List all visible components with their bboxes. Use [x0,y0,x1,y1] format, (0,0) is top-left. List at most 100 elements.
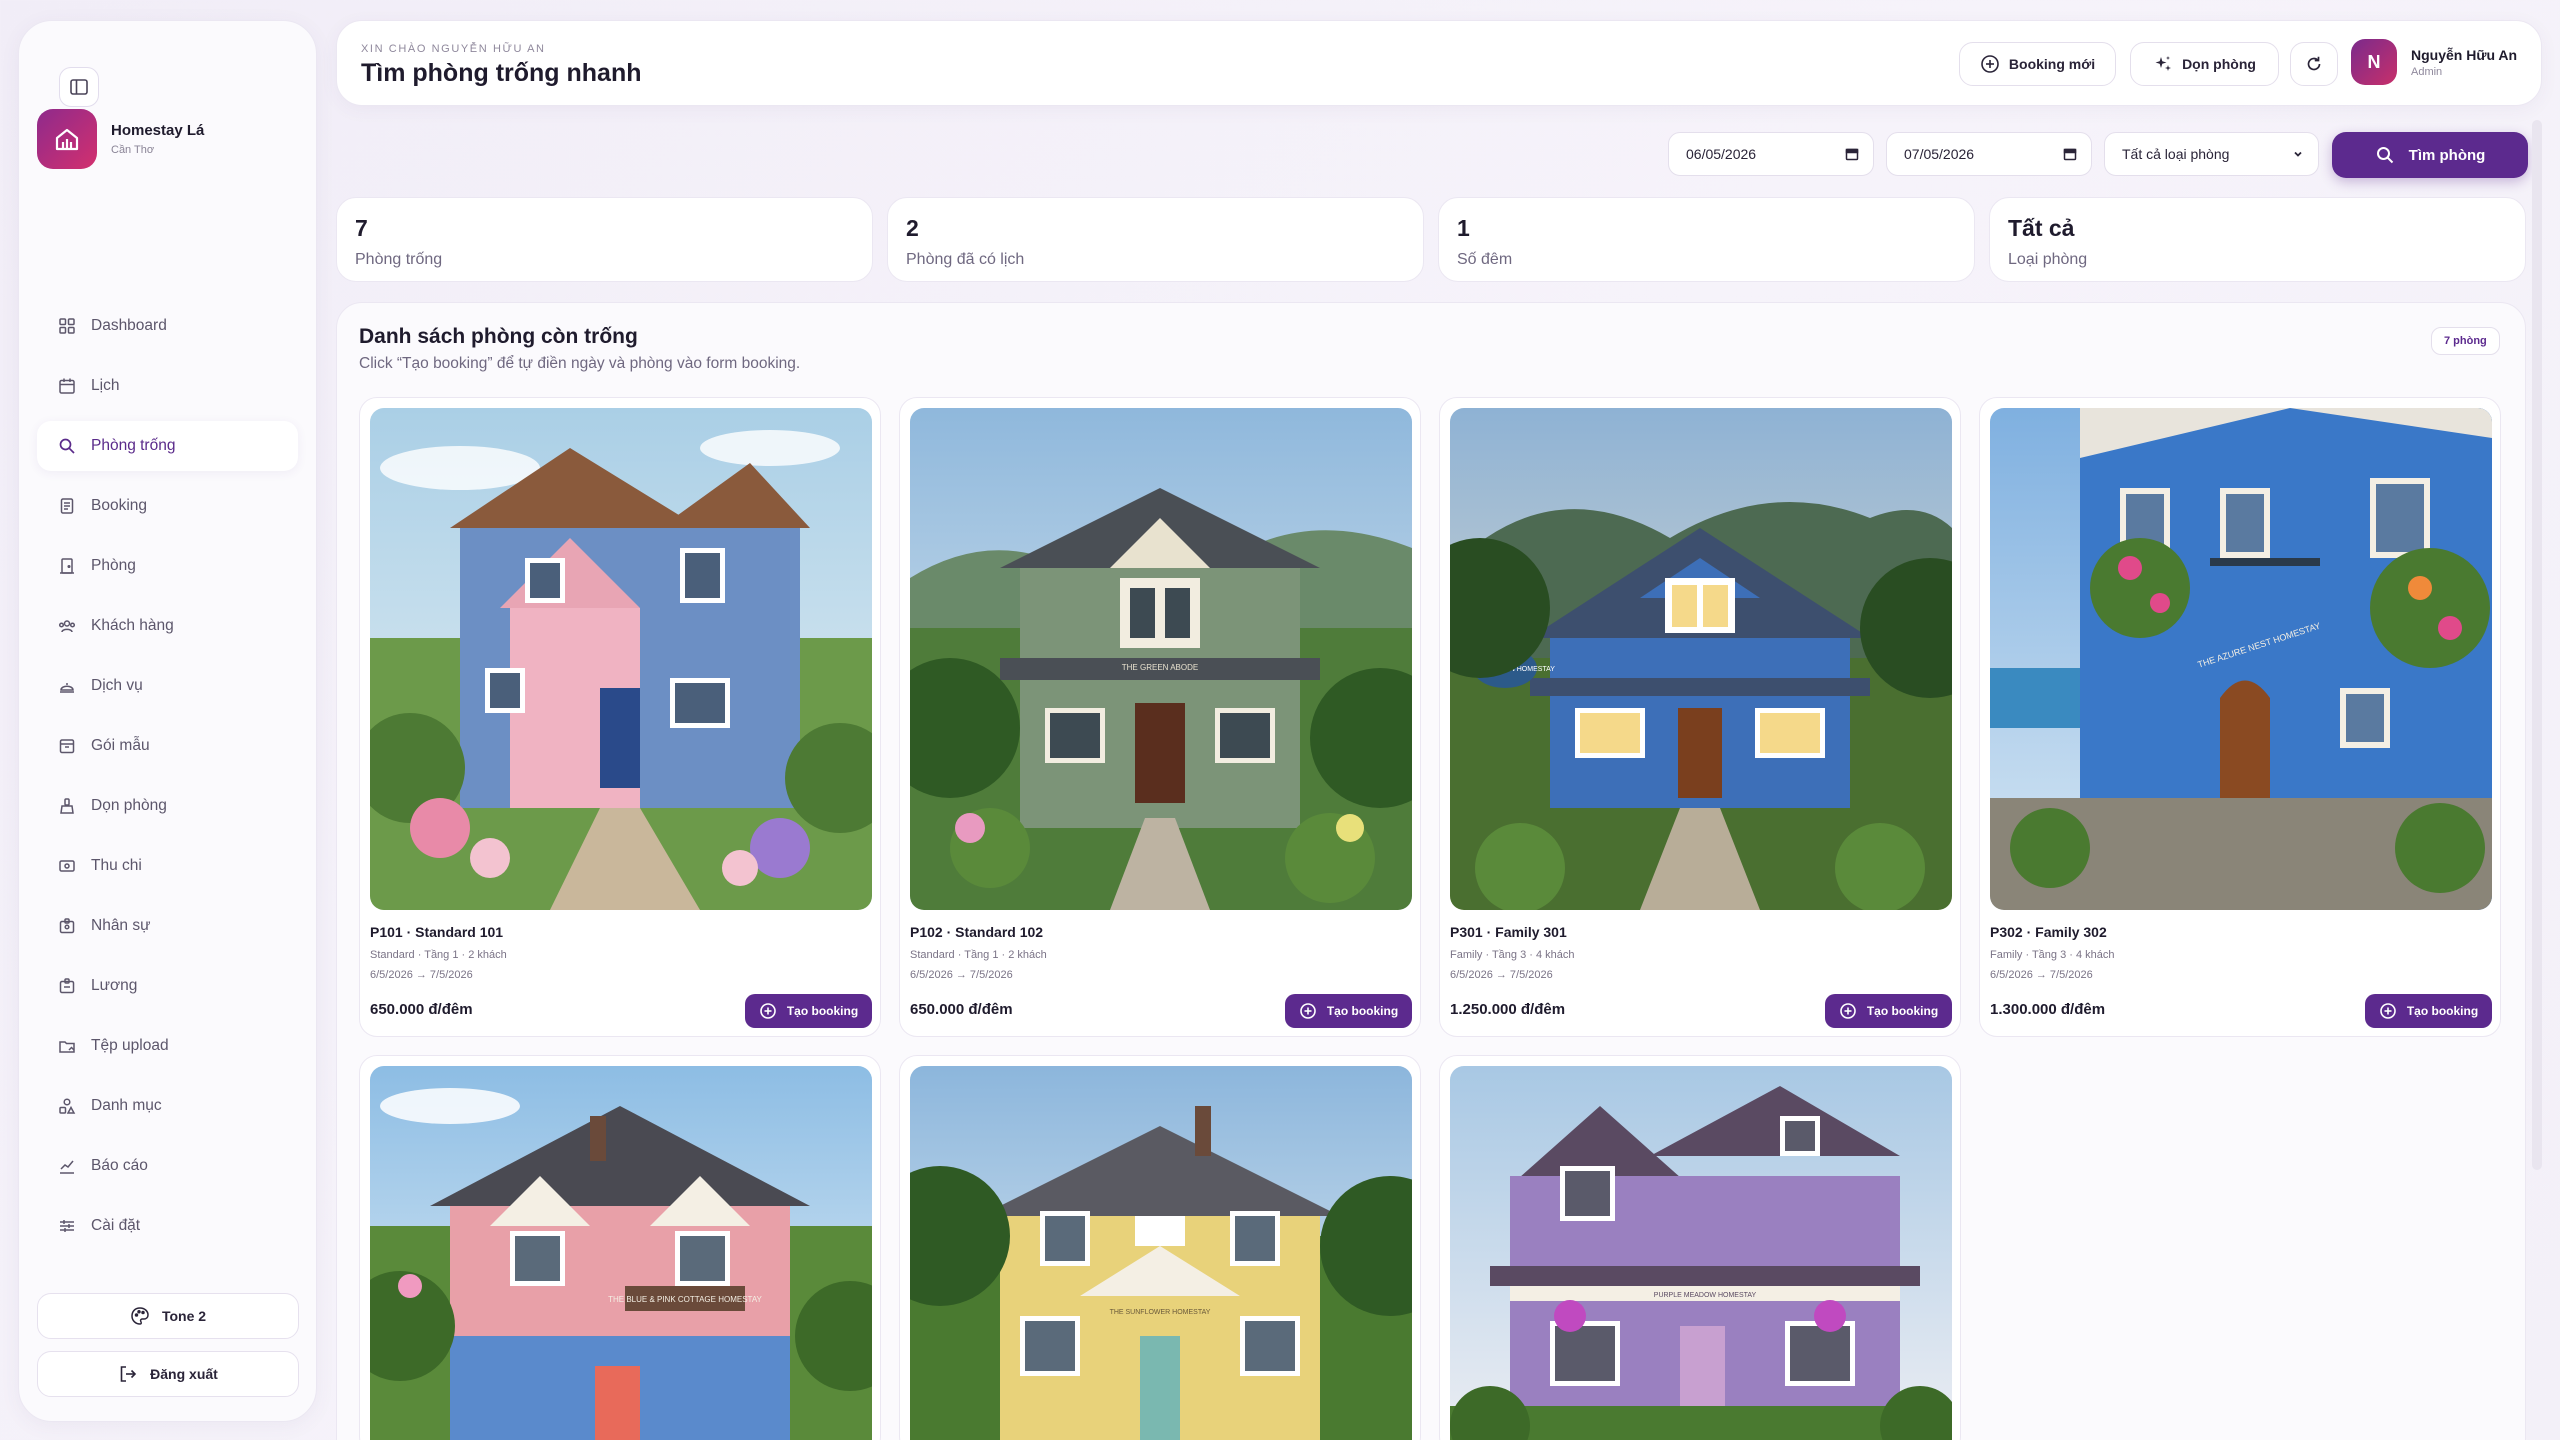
sidebar-item-finance[interactable]: Thu chi [37,841,298,891]
salary-icon [57,976,77,996]
sidebar-item-packages[interactable]: Gói mẫu [37,721,298,771]
room-card: THE BLUE & PINK COTTAGE HOMESTAY [359,1055,881,1440]
room-type-select[interactable]: Tất cả loại phòng [2104,132,2319,176]
room-card: THE SUNFLOWER HOMESTAY [899,1055,1421,1440]
brand: Homestay Lá Cần Thơ [37,109,204,169]
calendar-icon [57,376,77,396]
users-icon [57,616,77,636]
sidebar-item-reports[interactable]: Báo cáo [37,1141,298,1191]
broom-icon [57,796,77,816]
checkin-date-value: 06/05/2026 [1686,146,1757,162]
refresh-button[interactable] [2290,42,2338,86]
sidebar-toggle-button[interactable] [59,67,99,107]
chart-icon [57,1156,77,1176]
sidebar-item-label: Gói mẫu [91,737,150,754]
new-booking-button[interactable]: Booking mới [1959,42,2116,86]
house-sign-text: THE GREEN ABODE [1122,663,1198,672]
room-card: THE AZURE NEST HOMESTAY P302 · Family 30… [1979,397,2501,1037]
room-photo: THE BLUE HAVEN HOMESTAY [1450,408,1952,910]
sidebar-item-dashboard[interactable]: Dashboard [37,301,298,351]
cleaning-label: Dọn phòng [2182,56,2256,72]
logout-label: Đăng xuất [150,1366,218,1382]
wallet-icon [57,856,77,876]
door-icon [57,556,77,576]
sidebar-item-label: Lương [91,977,138,994]
room-meta: Family · Tầng 3 · 4 khách [1450,949,1575,961]
grid-icon [57,316,77,336]
room-dates: 6/5/2026 → 7/5/2026 [370,969,473,981]
room-meta: Standard · Tầng 1 · 2 khách [910,949,1047,961]
sidebar-item-label: Khách hàng [91,617,174,634]
panel-subtitle: Click “Tạo booking” để tự điền ngày và p… [359,355,801,372]
house-sign-text: PURPLE MEADOW HOMESTAY [1654,1292,1757,1299]
room-price: 1.250.000 đ/đêm [1450,1001,1566,1018]
create-booking-button[interactable]: Tạo booking [745,994,872,1028]
package-icon [57,736,77,756]
user-role: Admin [2411,65,2443,78]
search-icon [57,436,77,456]
create-booking-label: Tạo booking [1866,1004,1939,1018]
sidebar-item-categories[interactable]: Danh mục [37,1081,298,1131]
sidebar-item-services[interactable]: Dịch vụ [37,661,298,711]
room-title: P102 · Standard 102 [910,924,1044,940]
stat-value: 2 [906,215,919,241]
room-photo: THE AZURE NEST HOMESTAY [1990,408,2492,910]
room-photo: PURPLE MEADOW HOMESTAY [1450,1066,1952,1440]
sidebar-item-settings[interactable]: Cài đặt [37,1201,298,1251]
sidebar-item-booking[interactable]: Booking [37,481,298,531]
create-booking-button[interactable]: Tạo booking [1285,994,1412,1028]
create-booking-button[interactable]: Tạo booking [2365,994,2492,1028]
search-icon [2376,147,2393,164]
calendar-icon [2063,148,2077,161]
brand-name: Homestay Lá [111,122,205,139]
room-count-badge: 7 phòng [2431,327,2500,355]
available-rooms-panel: Danh sách phòng còn trống Click “Tạo boo… [336,302,2526,1440]
room-dates: 6/5/2026 → 7/5/2026 [910,969,1013,981]
checkout-date-input[interactable]: 07/05/2026 [1886,132,2092,176]
tone-button[interactable]: Tone 2 [37,1293,299,1339]
folder-icon [57,1036,77,1056]
avatar: N [2351,39,2397,85]
checkout-date-value: 07/05/2026 [1904,146,1975,162]
stat-label: Số đêm [1457,251,1513,268]
plus-circle-icon [1840,1003,1856,1019]
cleaning-button[interactable]: Dọn phòng [2130,42,2279,86]
sidebar-item-uploads[interactable]: Tệp upload [37,1021,298,1071]
stat-available-rooms: 7 Phòng trống [336,197,873,282]
room-card: THE GREEN ABODE P102 · Standard 102 Stan… [899,397,1421,1037]
room-card: PURPLE MEADOW HOMESTAY [1439,1055,1961,1440]
sidebar-item-salary[interactable]: Lương [37,961,298,1011]
search-rooms-button[interactable]: Tìm phòng [2332,132,2528,178]
sidebar-item-label: Nhân sự [91,917,151,934]
panel-title: Danh sách phòng còn trống [359,325,638,348]
plus-circle-icon [1300,1003,1316,1019]
sidebar-item-cleaning[interactable]: Dọn phòng [37,781,298,831]
house-sign-text: THE BLUE & PINK COTTAGE HOMESTAY [608,1295,762,1304]
room-price: 650.000 đ/đêm [370,1001,473,1018]
house-sign-text: THE SUNFLOWER HOMESTAY [1110,1309,1211,1316]
user-menu[interactable]: N Nguyễn Hữu An Admin [2351,39,2517,85]
sidebar-item-customers[interactable]: Khách hàng [37,601,298,651]
room-dates: 6/5/2026 → 7/5/2026 [1990,969,2093,981]
sidebar-item-label: Phòng trống [91,437,176,454]
logout-button[interactable]: Đăng xuất [37,1351,299,1397]
checkin-date-input[interactable]: 06/05/2026 [1668,132,1874,176]
top-header: XIN CHÀO NGUYỄN HỮU AN Tìm phòng trống n… [336,20,2542,106]
badge-icon [57,916,77,936]
service-bell-icon [57,676,77,696]
sidebar-item-calendar[interactable]: Lịch [37,361,298,411]
room-title: P101 · Standard 101 [370,924,504,940]
sidebar-item-staff[interactable]: Nhân sự [37,901,298,951]
page-scrollbar[interactable] [2532,120,2542,1170]
sidebar-item-rooms[interactable]: Phòng [37,541,298,591]
room-photo: THE GREEN ABODE [910,408,1412,910]
room-photo [370,408,872,910]
create-booking-button[interactable]: Tạo booking [1825,994,1952,1028]
sidebar-item-label: Lịch [91,377,120,394]
stat-label: Loại phòng [2008,251,2088,268]
user-name: Nguyễn Hữu An [2411,46,2518,63]
page-title: Tìm phòng trống nhanh [361,59,642,87]
sidebar-item-available-rooms[interactable]: Phòng trống [37,421,298,471]
room-type-value: Tất cả loại phòng [2122,146,2230,162]
sidebar-item-label: Dọn phòng [91,797,167,814]
